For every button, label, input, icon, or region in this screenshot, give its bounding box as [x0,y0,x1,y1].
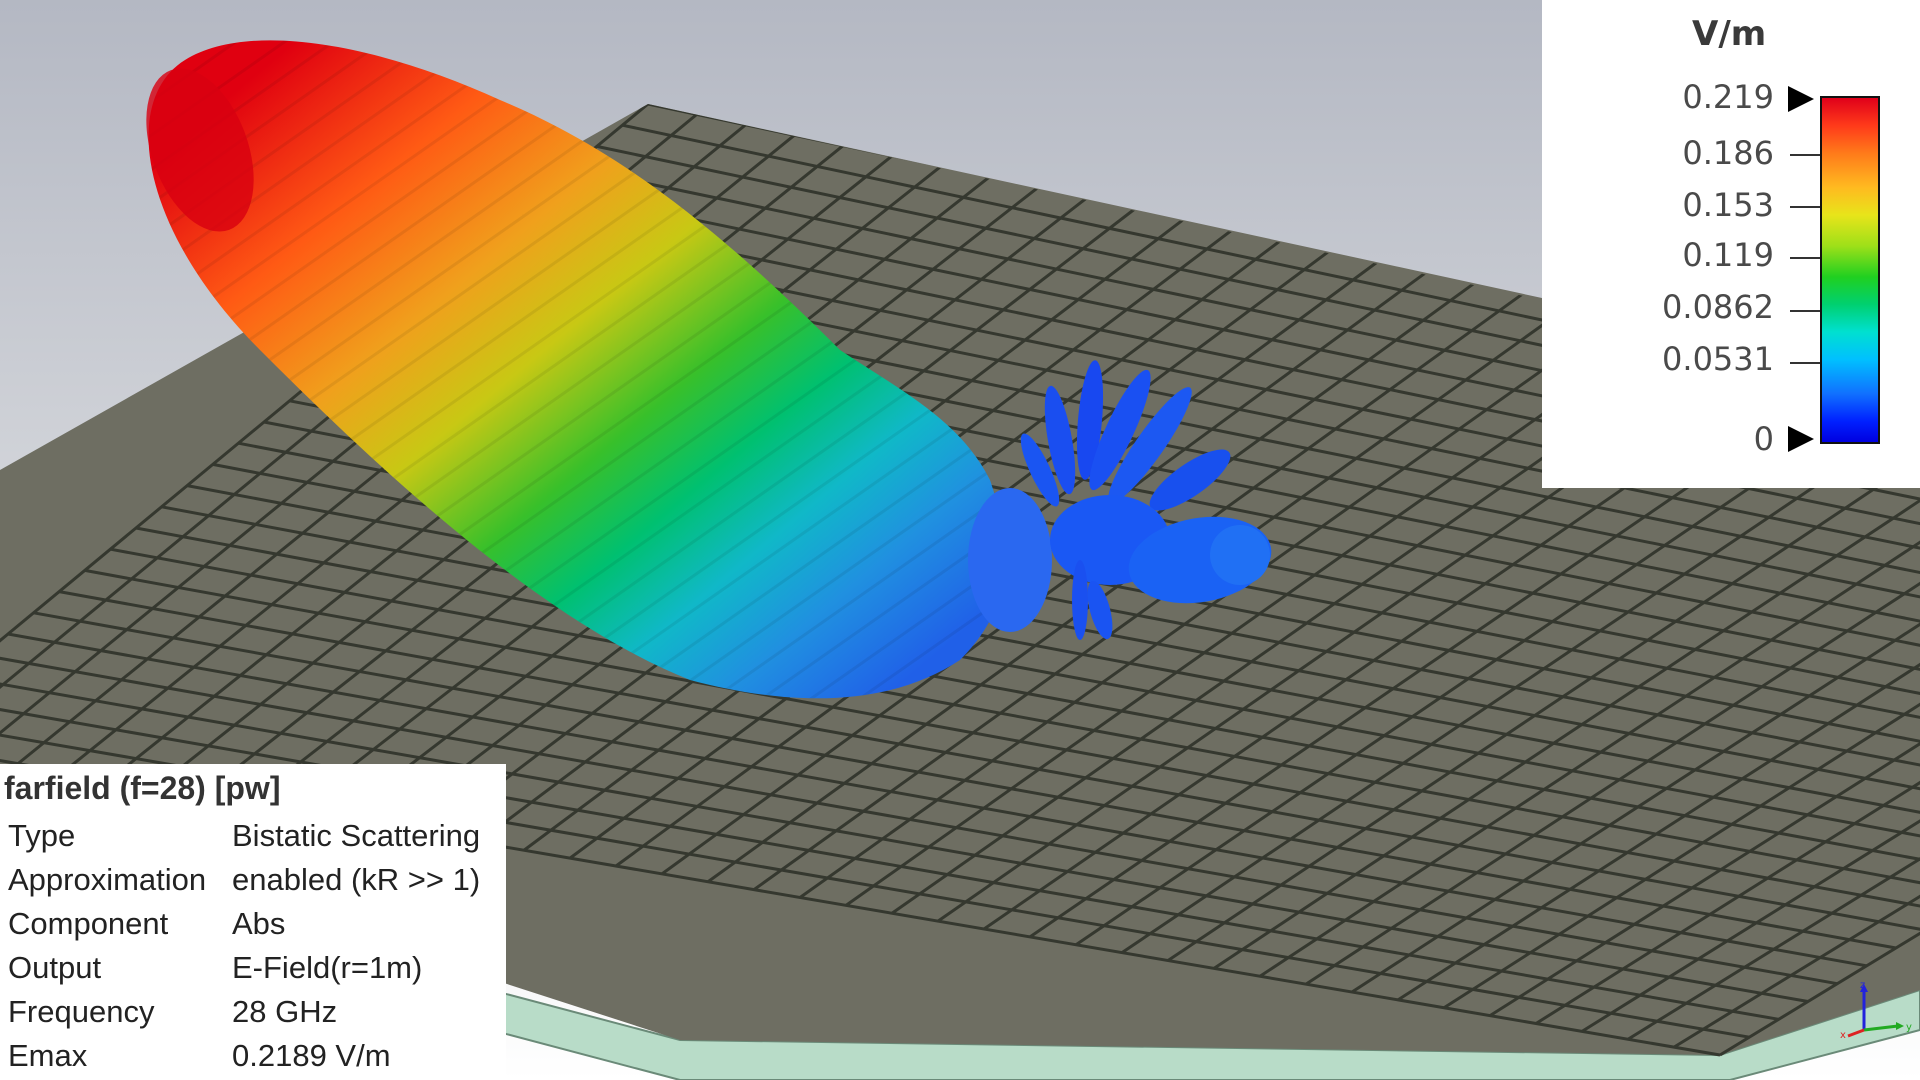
info-key: Approximation [8,862,207,897]
info-key: Component [8,906,169,941]
info-key: Type [8,818,76,853]
farfield-info-panel: farfield (f=28) [pw] Type Bistatic Scatt… [0,764,506,1080]
info-key: Output [8,950,102,985]
triad-z-label: z [1860,980,1865,991]
farfield-title: farfield (f=28) [pw] [4,770,281,806]
legend-tick [1790,362,1820,364]
legend-tick-label: 0.219 [1682,78,1774,116]
legend-tick-label: 0.153 [1682,186,1774,224]
axis-triad-icon[interactable]: z y x [1836,980,1916,1041]
legend-tick [1790,154,1820,156]
info-value: enabled (kR >> 1) [232,862,481,897]
info-key: Emax [8,1038,88,1073]
legend-tick-label: 0.186 [1682,134,1774,172]
legend-tick [1790,257,1820,259]
legend-max-marker-icon[interactable] [1788,86,1814,112]
legend-tick-label: 0.119 [1682,236,1774,274]
info-value: 0.2189 V/m [232,1038,391,1073]
legend-tick-label: 0.0862 [1662,288,1774,326]
legend-tick-label: 0 [1753,420,1774,458]
info-value: E-Field(r=1m) [232,950,423,985]
triad-x-label: x [1840,1030,1846,1040]
triad-y-label: y [1906,1022,1912,1033]
legend-tick [1790,310,1820,312]
info-key: Frequency [8,994,155,1029]
legend-min-marker-icon[interactable] [1788,426,1814,452]
legend-unit: V/m [1692,14,1767,54]
info-value: Abs [232,906,286,941]
info-value: Bistatic Scattering [232,818,481,853]
legend-color-bar [1820,96,1880,444]
info-value: 28 GHz [232,994,338,1029]
legend-tick [1790,206,1820,208]
color-legend: V/m 0.219 0.186 0.153 0.119 0.0862 0.053… [1542,0,1920,488]
legend-tick-label: 0.0531 [1662,340,1774,378]
